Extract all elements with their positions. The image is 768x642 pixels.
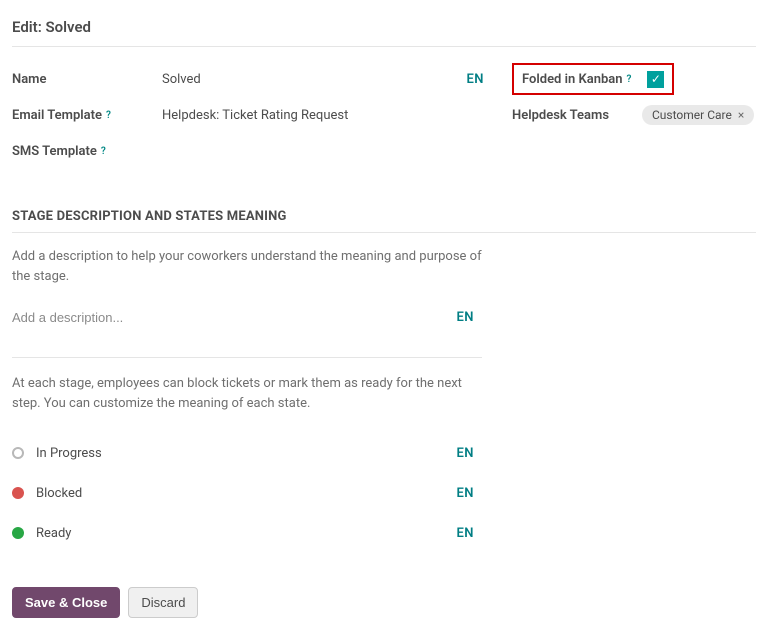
state-row-ready: Ready EN <box>12 513 482 553</box>
field-helpdesk-teams: Helpdesk Teams Customer Care × <box>512 97 756 133</box>
status-dot-red-icon <box>12 487 24 499</box>
teams-label: Helpdesk Teams <box>512 108 642 123</box>
lang-badge-name[interactable]: EN <box>466 72 492 87</box>
state-label-blocked[interactable]: Blocked <box>36 486 456 501</box>
email-template-label: Email Template ? <box>12 108 162 123</box>
team-tag[interactable]: Customer Care × <box>642 105 754 125</box>
status-dot-gray-icon <box>12 447 24 459</box>
field-name: Name Solved EN <box>12 61 492 97</box>
discard-button[interactable]: Discard <box>128 587 198 618</box>
name-label: Name <box>12 72 162 87</box>
sms-template-label: SMS Template ? <box>12 144 162 159</box>
check-icon: ✓ <box>651 73 661 85</box>
field-sms-template: SMS Template ? <box>12 133 492 169</box>
lang-badge-description[interactable]: EN <box>456 310 482 325</box>
name-text: Solved <box>162 72 201 87</box>
state-label-ready[interactable]: Ready <box>36 526 456 541</box>
title-bar: Edit: Solved <box>12 0 756 47</box>
description-row: EN <box>12 306 482 358</box>
name-value[interactable]: Solved EN <box>162 72 492 87</box>
lang-badge-state[interactable]: EN <box>456 486 482 501</box>
email-template-value[interactable]: Helpdesk: Ticket Rating Request <box>162 108 492 123</box>
close-icon[interactable]: × <box>738 108 744 122</box>
button-bar: Save & Close Discard <box>12 587 756 618</box>
status-dot-green-icon <box>12 527 24 539</box>
help-icon[interactable]: ? <box>627 74 632 85</box>
folded-checkbox[interactable]: ✓ <box>647 71 664 88</box>
description-input[interactable] <box>12 306 456 329</box>
help-icon[interactable]: ? <box>106 110 111 121</box>
lang-badge-state[interactable]: EN <box>456 446 482 461</box>
state-row-blocked: Blocked EN <box>12 473 482 513</box>
lang-badge-state[interactable]: EN <box>456 526 482 541</box>
help-icon[interactable]: ? <box>101 146 106 157</box>
section-helper: Add a description to help your coworkers… <box>12 247 482 286</box>
state-row-in-progress: In Progress EN <box>12 433 482 473</box>
teams-value[interactable]: Customer Care × <box>642 105 756 125</box>
field-email-template: Email Template ? Helpdesk: Ticket Rating… <box>12 97 492 133</box>
states-helper: At each stage, employees can block ticke… <box>12 374 482 413</box>
field-folded-kanban: Folded in Kanban ? ✓ <box>512 61 756 97</box>
state-label-in-progress[interactable]: In Progress <box>36 446 456 461</box>
folded-label: Folded in Kanban ? <box>522 72 631 87</box>
page-title: Edit: Solved <box>12 18 756 36</box>
section-title: STAGE DESCRIPTION AND STATES MEANING <box>12 209 756 233</box>
team-tag-label: Customer Care <box>652 108 732 122</box>
save-button[interactable]: Save & Close <box>12 587 120 618</box>
folded-highlight: Folded in Kanban ? ✓ <box>512 63 674 95</box>
